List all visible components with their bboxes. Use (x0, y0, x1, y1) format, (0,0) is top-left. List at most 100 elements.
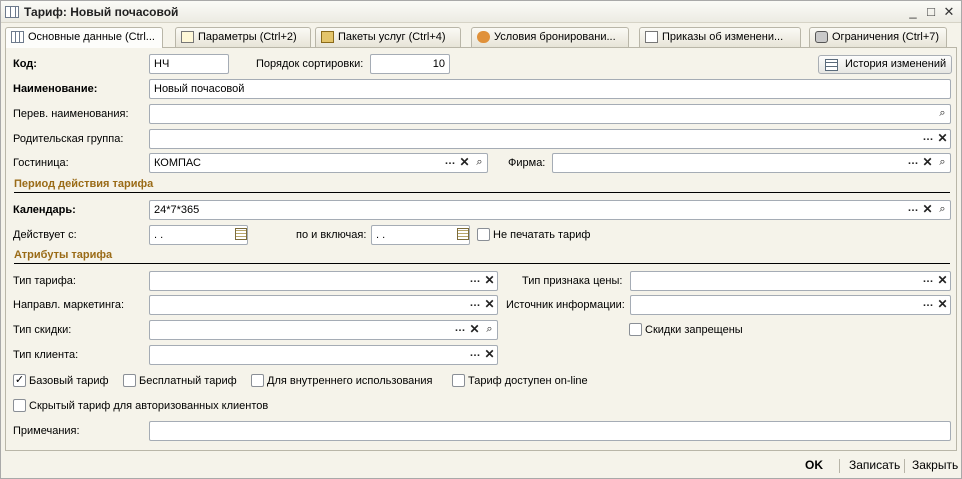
select-button[interactable]: … (920, 272, 935, 290)
footer-bar: OK Записать Закрыть (1, 454, 961, 478)
clear-icon[interactable]: ✕ (935, 272, 950, 290)
marketing-direction-input[interactable] (149, 295, 498, 315)
close-button[interactable]: Закрыть (912, 458, 958, 472)
code-label: Код: (13, 58, 37, 70)
internal-use-checkbox[interactable] (251, 374, 264, 387)
tab-service-packages[interactable]: Пакеты услуг (Ctrl+4) (315, 27, 461, 47)
code-input[interactable]: НЧ (149, 54, 229, 74)
tab-parameters[interactable]: Параметры (Ctrl+2) (175, 27, 311, 47)
tab-label: Ограничения (Ctrl+7) (832, 31, 940, 43)
main-data-panel: Код: НЧ Порядок сортировки: 10 История и… (5, 47, 957, 451)
discounts-forbidden-checkbox[interactable] (629, 323, 642, 336)
info-source-input[interactable] (630, 295, 951, 315)
history-button-label: История изменений (845, 58, 947, 70)
tariff-type-label: Тип тарифа: (13, 275, 76, 287)
tab-booking-conditions[interactable]: Условия бронировани... (471, 27, 629, 47)
hidden-tariff-checkbox[interactable] (13, 399, 26, 412)
discounts-forbidden-label: Скидки запрещены (645, 324, 743, 336)
sort-order-input[interactable]: 10 (370, 54, 450, 74)
tab-label: Основные данные (Ctrl... (28, 31, 155, 43)
valid-from-label: Действует с: (13, 229, 77, 241)
clear-icon[interactable]: ✕ (935, 130, 950, 148)
calendar-input[interactable]: 24*7*365 (149, 200, 951, 220)
clear-icon[interactable]: ✕ (457, 154, 472, 172)
parent-group-input[interactable] (149, 129, 951, 149)
price-sign-type-input[interactable] (630, 271, 951, 291)
table-icon (825, 59, 838, 71)
ok-button[interactable]: OK (805, 458, 823, 472)
clear-icon[interactable]: ✕ (935, 296, 950, 314)
save-button[interactable]: Записать (849, 458, 900, 472)
select-button[interactable]: … (905, 201, 920, 219)
notes-label: Примечания: (13, 425, 80, 437)
discount-type-input[interactable] (149, 320, 498, 340)
period-section-heading: Период действия тарифа (14, 177, 950, 193)
notes-input[interactable] (149, 421, 951, 441)
clear-icon[interactable]: ✕ (920, 154, 935, 172)
select-button[interactable]: … (467, 272, 482, 290)
maximize-button[interactable]: □ (923, 4, 939, 20)
clear-icon[interactable]: ✕ (467, 321, 482, 339)
base-tariff-label: Базовый тариф (29, 375, 109, 387)
translated-name-label: Перев. наименования: (13, 108, 129, 120)
clear-icon[interactable]: ✕ (482, 272, 497, 290)
title-bar: Тариф: Новый почасовой _ □ ✕ (1, 1, 961, 23)
base-tariff-checkbox[interactable]: ✓ (13, 374, 26, 387)
client-type-input[interactable] (149, 345, 498, 365)
select-button[interactable]: … (905, 154, 920, 172)
price-sign-type-label: Тип признака цены: (522, 275, 623, 287)
tab-change-orders[interactable]: Приказы об изменени... (639, 27, 801, 47)
clear-icon[interactable]: ✕ (920, 201, 935, 219)
tab-label: Условия бронировани... (494, 31, 616, 43)
tab-bar: Основные данные (Ctrl... Параметры (Ctrl… (5, 27, 957, 48)
close-window-button[interactable]: ✕ (941, 4, 957, 20)
search-icon[interactable]: ⌕ (935, 154, 950, 172)
calendar-icon[interactable] (457, 228, 469, 240)
window-title: Тариф: Новый почасовой (24, 5, 179, 19)
select-button[interactable]: … (467, 346, 482, 364)
package-icon (321, 31, 334, 43)
translated-name-input[interactable] (149, 104, 951, 124)
select-button[interactable]: … (452, 321, 467, 339)
attributes-section-heading: Атрибуты тарифа (14, 248, 950, 264)
hotel-label: Гостиница: (13, 157, 69, 169)
tab-label: Пакеты услуг (Ctrl+4) (338, 31, 446, 43)
calendar-icon[interactable] (235, 228, 247, 240)
tab-restrictions[interactable]: Ограничения (Ctrl+7) (809, 27, 947, 47)
tariff-window: Тариф: Новый почасовой _ □ ✕ Основные да… (0, 0, 962, 479)
internal-use-label: Для внутреннего использования (267, 375, 433, 387)
online-available-checkbox[interactable] (452, 374, 465, 387)
clear-icon[interactable]: ✕ (482, 296, 497, 314)
tariff-type-input[interactable] (149, 271, 498, 291)
sort-order-label: Порядок сортировки: (256, 58, 364, 70)
no-print-label: Не печатать тариф (493, 229, 591, 241)
select-button[interactable]: … (920, 296, 935, 314)
free-tariff-label: Бесплатный тариф (139, 375, 237, 387)
search-icon[interactable]: ⌕ (935, 201, 950, 219)
parent-group-label: Родительская группа: (13, 133, 124, 145)
name-input[interactable]: Новый почасовой (149, 79, 951, 99)
search-icon[interactable]: ⌕ (472, 154, 487, 172)
firm-input[interactable] (552, 153, 951, 173)
clear-icon[interactable]: ✕ (482, 346, 497, 364)
search-icon[interactable]: ⌕ (482, 321, 497, 339)
marketing-direction-label: Направл. маркетинга: (13, 299, 125, 311)
discount-type-label: Тип скидки: (13, 324, 72, 336)
valid-from-input[interactable]: . . (149, 225, 248, 245)
select-button[interactable]: … (920, 130, 935, 148)
table-icon (5, 6, 19, 18)
search-icon[interactable]: ⌕ (935, 105, 950, 123)
client-type-label: Тип клиента: (13, 349, 79, 361)
tab-label: Приказы об изменени... (662, 31, 784, 43)
separator (904, 459, 905, 473)
minimize-button[interactable]: _ (905, 4, 921, 20)
select-button[interactable]: … (442, 154, 457, 172)
select-button[interactable]: … (467, 296, 482, 314)
no-print-checkbox[interactable] (477, 228, 490, 241)
hotel-input[interactable]: КОМПАС (149, 153, 488, 173)
firm-label: Фирма: (508, 157, 546, 169)
tab-main-data[interactable]: Основные данные (Ctrl... (5, 27, 163, 48)
history-button[interactable]: История изменений (818, 55, 952, 74)
valid-to-input[interactable]: . . (371, 225, 470, 245)
free-tariff-checkbox[interactable] (123, 374, 136, 387)
